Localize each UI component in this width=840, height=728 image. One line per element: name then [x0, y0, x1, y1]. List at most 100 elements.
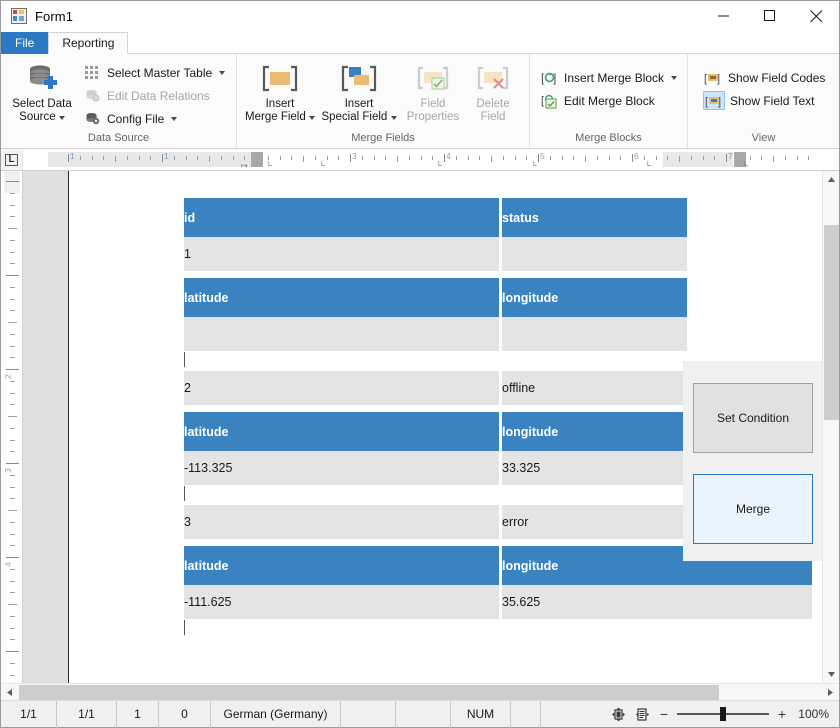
field-codes-icon: [ ] [703, 69, 723, 87]
horizontal-scrollbar[interactable] [1, 683, 839, 700]
ruler-indent-marker[interactable]: ↦ [241, 161, 248, 170]
ruler-tab-stop[interactable]: └ [319, 161, 325, 170]
ruler-major-tick [162, 154, 163, 162]
vruler-minor-tick [10, 263, 15, 265]
scroll-right-button[interactable] [822, 684, 839, 701]
select-data-source-button[interactable]: Select Data Source [6, 58, 78, 131]
chevron-down-icon[interactable] [58, 116, 65, 120]
zoom-percent-label[interactable]: 100% [795, 707, 829, 721]
horizontal-ruler[interactable]: L 11234567└└└└└└↦ [1, 149, 839, 171]
zoom-out-button[interactable]: − [658, 706, 670, 722]
insert-special-field-label-line2: Special Field [321, 111, 388, 123]
svg-text:[: [ [705, 96, 708, 108]
tab-stop-selector[interactable]: L [1, 149, 23, 170]
edit-merge-block-button[interactable]: [ Edit Merge Block [535, 89, 681, 112]
show-field-codes-button[interactable]: [ ] Show Field Codes [699, 66, 829, 89]
ruler-minor-tick [385, 156, 387, 160]
ruler-minor-tick [303, 156, 304, 162]
vruler-minor-tick [10, 286, 15, 288]
ruler-tab-stop[interactable]: └ [531, 161, 537, 170]
chevron-down-icon[interactable] [219, 70, 226, 75]
config-file-button[interactable]: Config File [78, 107, 229, 130]
table-header-cell[interactable]: longitude [502, 278, 687, 317]
ruler-minor-tick [690, 156, 692, 160]
merge-button[interactable]: Merge [693, 474, 813, 544]
ruler-tab-stop[interactable]: └ [645, 161, 651, 170]
zoom-slider-knob[interactable] [720, 707, 726, 721]
select-master-table-button[interactable]: Select Master Table [78, 61, 229, 84]
edit-data-relations-label: Edit Data Relations [107, 88, 210, 103]
scroll-up-button[interactable] [823, 171, 840, 188]
page-layout-icon[interactable] [610, 707, 627, 722]
document-canvas[interactable]: id status 1 latitude longitude 2 offline latitu… [23, 171, 822, 683]
ribbon: Select Data Source Select Master Table E… [1, 54, 839, 149]
table-header-cell[interactable]: id [184, 198, 499, 237]
table-header-cell[interactable]: latitude [184, 412, 499, 451]
vruler-minor-tick [10, 451, 15, 453]
table-row[interactable] [184, 317, 687, 351]
field-properties-button[interactable]: Field Properties [402, 58, 464, 131]
table-data-cell[interactable] [502, 317, 687, 351]
table-row[interactable]: 1 [184, 237, 687, 271]
insert-merge-field-button[interactable]: Insert Merge Field [244, 58, 316, 131]
application-window: Form1 File Reporting Select Data Source … [0, 0, 840, 728]
chevron-down-icon[interactable] [171, 116, 178, 121]
show-field-text-button[interactable]: [ ] Show Field Text [699, 89, 829, 112]
ruler-minor-tick [244, 156, 246, 160]
table-data-cell[interactable]: -111.625 [184, 585, 499, 619]
chevron-down-icon[interactable] [308, 116, 315, 120]
edit-data-relations-button[interactable]: Edit Data Relations [78, 84, 229, 107]
ribbon-group-merge-fields: Insert Merge Field Insert Special Field … [236, 54, 529, 148]
web-layout-icon[interactable] [634, 707, 651, 722]
tab-file[interactable]: File [1, 32, 49, 54]
zoom-slider[interactable] [677, 707, 769, 721]
scroll-left-button[interactable] [1, 684, 18, 701]
scroll-down-button[interactable] [823, 666, 840, 683]
table-data-cell[interactable]: 2 [184, 371, 499, 405]
vertical-ruler[interactable]: 2 3 4 [1, 171, 23, 683]
table-value-row [184, 317, 687, 351]
table-header-cell[interactable]: latitude [184, 278, 499, 317]
ruler-margin-handle[interactable] [251, 152, 263, 167]
ruler-minor-tick [126, 156, 128, 160]
table-data-cell[interactable]: 1 [184, 237, 499, 271]
delete-field-button[interactable]: Delete Field [464, 58, 522, 131]
table-data-cell[interactable] [184, 317, 499, 351]
merge-block[interactable]: id status 1 latitude longitude [184, 198, 812, 371]
table-data-cell[interactable]: -113.325 [184, 451, 499, 485]
maximize-button[interactable] [747, 1, 793, 32]
table-row[interactable]: -111.625 35.625 [184, 585, 812, 619]
table-header-cell[interactable]: latitude [184, 546, 499, 585]
chevron-down-icon[interactable] [390, 116, 397, 120]
text-caret [184, 352, 185, 367]
table-row[interactable]: latitude longitude [184, 278, 687, 317]
ruler-minor-tick [549, 156, 551, 160]
chevron-down-icon[interactable] [671, 75, 678, 80]
insert-special-field-button[interactable]: Insert Special Field [316, 58, 402, 131]
ruler-tab-stop[interactable]: └ [742, 161, 748, 170]
close-button[interactable] [793, 1, 839, 32]
minimize-button[interactable] [701, 1, 747, 32]
tab-reporting[interactable]: Reporting [48, 32, 129, 54]
empty-paragraph[interactable] [184, 619, 812, 641]
set-condition-button[interactable]: Set Condition [693, 383, 813, 453]
table-header-cell[interactable]: status [502, 198, 687, 237]
status-language[interactable]: German (Germany) [211, 700, 341, 728]
ruler-tab-stop[interactable]: └ [436, 161, 442, 170]
vertical-scrollbar[interactable] [822, 171, 839, 683]
empty-paragraph[interactable] [184, 271, 812, 278]
vruler-minor-tick [10, 345, 15, 347]
table-data-cell[interactable]: 3 [184, 505, 499, 539]
ruler-number: 7 [728, 151, 733, 161]
svg-text:[: [ [541, 71, 545, 85]
vertical-scroll-thumb[interactable] [824, 225, 839, 420]
insert-merge-block-button[interactable]: [ ] Insert Merge Block [535, 66, 681, 89]
horizontal-scroll-thumb[interactable] [19, 685, 719, 700]
table-data-cell[interactable]: 35.625 [502, 585, 812, 619]
horizontal-ruler-track[interactable]: 11234567└└└└└└↦ [23, 149, 839, 170]
table-row[interactable]: id status [184, 198, 687, 237]
ruler-tab-stop[interactable]: └ [266, 161, 272, 170]
table-data-cell[interactable] [502, 237, 687, 271]
zoom-in-button[interactable]: + [776, 706, 788, 722]
title-bar: Form1 [1, 1, 839, 32]
